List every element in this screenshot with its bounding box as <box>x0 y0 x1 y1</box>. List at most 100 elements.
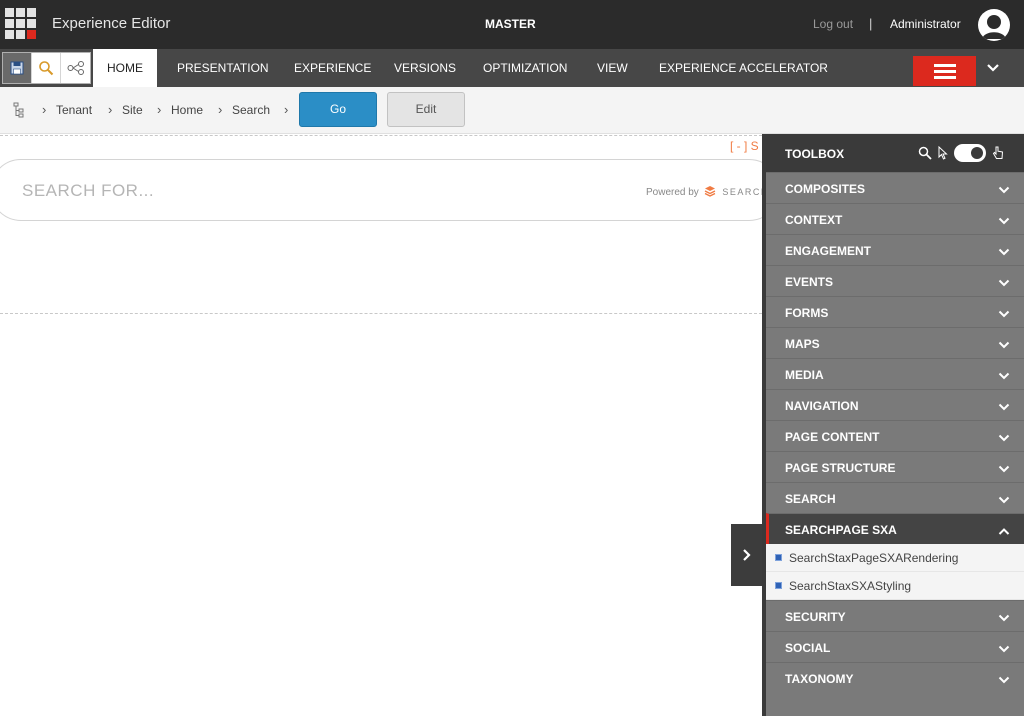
breadcrumb-arrow-icon: › <box>42 102 47 117</box>
ribbon-collapse-button[interactable] <box>986 60 1000 78</box>
toolbox-section-navigation[interactable]: NAVIGATION <box>766 389 1024 420</box>
page-canvas: [ - ] S SEARCH FOR... Powered by SEARCH <box>0 134 780 716</box>
toolbox-section-forms[interactable]: FORMS <box>766 296 1024 327</box>
chevron-down-icon <box>998 182 1010 200</box>
breadcrumb-item-site[interactable]: Site <box>122 103 143 117</box>
search-icon <box>39 61 54 76</box>
chevron-down-icon <box>998 461 1010 479</box>
breadcrumb-item-home[interactable]: Home <box>171 103 203 117</box>
chevron-down-icon <box>998 306 1010 324</box>
chevron-down-icon <box>998 275 1010 293</box>
toolbox-section-search[interactable]: SEARCH <box>766 482 1024 513</box>
toolbox-rendering-item[interactable]: SearchStaxPageSXARendering <box>766 544 1024 572</box>
tab-experience-accelerator[interactable]: EXPERIENCE ACCELERATOR <box>645 49 842 87</box>
chevron-down-icon <box>998 368 1010 386</box>
toolbox-section-label: SEARCH <box>785 492 836 506</box>
chevron-up-icon <box>998 523 1010 541</box>
go-button[interactable]: Go <box>299 92 377 127</box>
searchstax-logo-icon <box>704 186 715 197</box>
toolbox-section-label: CONTEXT <box>785 213 843 227</box>
save-icon <box>10 61 24 75</box>
tree-icon <box>13 102 24 118</box>
placeholder-border-bottom <box>0 313 762 314</box>
toolbox-section-label: NAVIGATION <box>785 399 859 413</box>
toolbox-section-label: EVENTS <box>785 275 834 289</box>
breadcrumb-bar: › Tenant › Site › Home › Search › Go Edi… <box>0 87 1024 134</box>
toolbox-section-page-content[interactable]: PAGE CONTENT <box>766 420 1024 451</box>
toolbox-section-label: COMPOSITES <box>785 182 866 196</box>
share-icon <box>67 61 84 75</box>
toolbox-section-label: PAGE STRUCTURE <box>785 461 896 475</box>
toolbox-panel: TOOLBOX COMPOSITES CONTEXT ENGAGEMENT EVENT… <box>762 134 1024 716</box>
toolbox-section-label: FORMS <box>785 306 829 320</box>
tab-experience[interactable]: EXPERIENCE <box>280 49 385 87</box>
chevron-down-icon <box>998 492 1010 510</box>
toolbox-rendering-item[interactable]: SearchStaxSXAStyling <box>766 572 1024 600</box>
toolbox-section-label: SOCIAL <box>785 641 831 655</box>
toolbox-section-engagement[interactable]: ENGAGEMENT <box>766 234 1024 265</box>
app-launcher-icon[interactable] <box>4 7 37 40</box>
powered-by-label: Powered by <box>646 187 699 198</box>
toolbox-section-label: ENGAGEMENT <box>785 244 872 258</box>
chevron-down-icon <box>998 244 1010 262</box>
toolbox-title: TOOLBOX <box>785 147 845 161</box>
chevron-down-icon <box>998 672 1010 690</box>
chevron-down-icon <box>998 610 1010 628</box>
ribbon: HOME PRESENTATION EXPERIENCE VERSIONS OP… <box>0 49 1024 87</box>
toolbox-header: TOOLBOX <box>766 134 1024 172</box>
edit-button[interactable]: Edit <box>387 92 465 127</box>
tab-presentation[interactable]: PRESENTATION <box>163 49 283 87</box>
toolbox-section-social[interactable]: SOCIAL <box>766 631 1024 662</box>
logout-link[interactable]: Log out <box>813 17 853 31</box>
user-name[interactable]: Administrator <box>890 17 961 31</box>
toolbox-section-maps[interactable]: MAPS <box>766 327 1024 358</box>
chevron-down-icon <box>998 430 1010 448</box>
toolbox-section-label: SECURITY <box>785 610 846 624</box>
toolbox-section-label: TAXONOMY <box>785 672 854 686</box>
hamburger-menu-button[interactable] <box>913 56 976 86</box>
save-button[interactable] <box>3 53 32 83</box>
search-button[interactable] <box>32 53 61 83</box>
toolbox-mode-toggle[interactable] <box>954 144 986 162</box>
app-title: Experience Editor <box>52 15 171 32</box>
topbar-separator: | <box>869 16 873 31</box>
tab-view[interactable]: VIEW <box>583 49 642 87</box>
toolbox-collapse-button[interactable] <box>731 524 762 586</box>
breadcrumb-arrow-icon: › <box>284 102 289 117</box>
rendering-icon <box>775 554 782 561</box>
rendering-icon <box>775 582 782 589</box>
toolbox-section-page-structure[interactable]: PAGE STRUCTURE <box>766 451 1024 482</box>
share-button[interactable] <box>61 53 90 83</box>
cursor-icon[interactable] <box>938 146 948 160</box>
tab-versions[interactable]: VERSIONS <box>380 49 470 87</box>
toolbox-section-media[interactable]: MEDIA <box>766 358 1024 389</box>
breadcrumb-item-search[interactable]: Search <box>232 103 270 117</box>
toolbox-section-context[interactable]: CONTEXT <box>766 203 1024 234</box>
tab-home[interactable]: HOME <box>93 49 157 87</box>
chevron-down-icon <box>998 641 1010 659</box>
hand-pointer-icon[interactable] <box>992 146 1004 160</box>
database-name: MASTER <box>485 17 536 31</box>
toolbox-section-taxonomy[interactable]: TAXONOMY <box>766 662 1024 693</box>
toolbox-section-label: SEARCHPAGE SXA <box>785 523 897 537</box>
chevron-down-icon <box>987 64 999 72</box>
tree-button[interactable] <box>13 102 25 123</box>
toolbox-section-security[interactable]: SECURITY <box>766 600 1024 631</box>
breadcrumb-arrow-icon: › <box>108 102 113 117</box>
search-icon[interactable] <box>918 146 932 160</box>
toolbox-section-composites[interactable]: COMPOSITES <box>766 172 1024 203</box>
chevron-down-icon <box>998 399 1010 417</box>
avatar[interactable] <box>978 9 1010 41</box>
search-placeholder: SEARCH FOR... <box>22 181 155 200</box>
breadcrumb-arrow-icon: › <box>157 102 162 117</box>
toolbox-section-searchpage-sxa[interactable]: SEARCHPAGE SXA <box>766 513 1024 544</box>
tab-optimization[interactable]: OPTIMIZATION <box>469 49 581 87</box>
toolbox-sections: COMPOSITES CONTEXT ENGAGEMENT EVENTS FORMS MA… <box>766 172 1024 693</box>
user-avatar-icon <box>979 10 1009 40</box>
component-marker[interactable]: [ - ] S <box>730 139 759 153</box>
chevron-right-icon <box>742 549 751 561</box>
breadcrumb-item-tenant[interactable]: Tenant <box>56 103 92 117</box>
toolbox-section-events[interactable]: EVENTS <box>766 265 1024 296</box>
search-input[interactable]: SEARCH FOR... Powered by SEARCH <box>0 159 780 221</box>
quick-actions <box>2 52 91 84</box>
